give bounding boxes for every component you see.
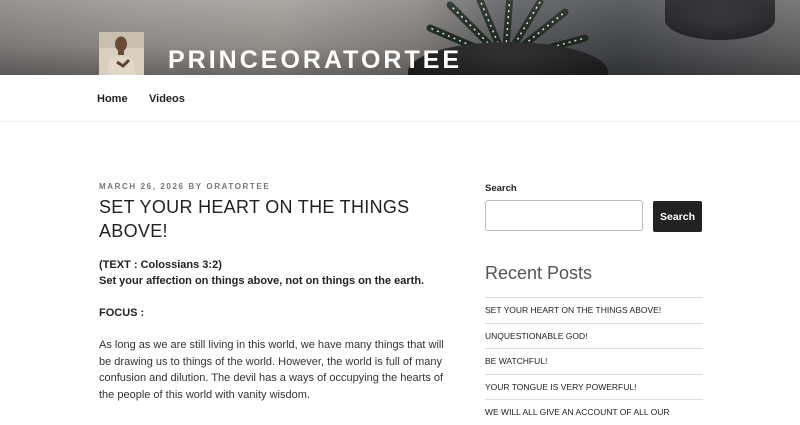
site-title[interactable]: PRINCEORATORTEE (168, 45, 462, 75)
main-navigation: Home Videos (0, 75, 800, 122)
post-focus-label: FOCUS : (99, 307, 145, 319)
recent-post-item: WE WILL ALL GIVE AN ACCOUNT OF ALL OUR (485, 399, 703, 425)
post-text-reference: (TEXT : Colossians 3:2) (99, 259, 222, 271)
post-author[interactable]: ORATORTEE (206, 182, 270, 191)
recent-post-link[interactable]: WE WILL ALL GIVE AN ACCOUNT OF ALL OUR (485, 407, 670, 417)
site-logo-avatar[interactable] (99, 32, 144, 75)
recent-post-link[interactable]: SET YOUR HEART ON THE THINGS ABOVE! (485, 305, 661, 315)
search-input[interactable] (485, 200, 643, 231)
recent-post-link[interactable]: UNQUESTIONABLE GOD! (485, 331, 588, 341)
search-widget-title: Search (485, 183, 517, 194)
recent-post-link[interactable]: BE WATCHFUL! (485, 356, 547, 366)
post-paragraph: As long as we are still living in this w… (99, 339, 444, 401)
post-text-verse: Set your affection on things above, not … (99, 275, 425, 287)
recent-posts-list: SET YOUR HEART ON THE THINGS ABOVE! UNQU… (485, 297, 703, 425)
recent-post-item: YOUR TONGUE IS VERY POWERFUL! (485, 373, 703, 400)
post-title: SET YOUR HEART ON THE THINGS ABOVE! (99, 197, 410, 241)
post-by-label: BY (188, 182, 203, 191)
recent-post-item: SET YOUR HEART ON THE THINGS ABOVE! (485, 297, 703, 323)
recent-post-item: BE WATCHFUL! (485, 348, 703, 374)
nav-item-videos[interactable]: Videos (149, 92, 185, 106)
recent-posts-title: Recent Posts (485, 263, 593, 283)
search-button[interactable]: Search (653, 201, 702, 232)
nav-item-home[interactable]: Home (97, 92, 128, 106)
site-header: PRINCEORATORTEE (0, 0, 800, 75)
recent-post-item: UNQUESTIONABLE GOD! (485, 322, 703, 349)
recent-post-link[interactable]: YOUR TONGUE IS VERY POWERFUL! (485, 382, 636, 392)
post-date[interactable]: MARCH 26, 2026 (99, 182, 185, 191)
post-meta: MARCH 26, 2026 BY ORATORTEE (99, 182, 270, 192)
